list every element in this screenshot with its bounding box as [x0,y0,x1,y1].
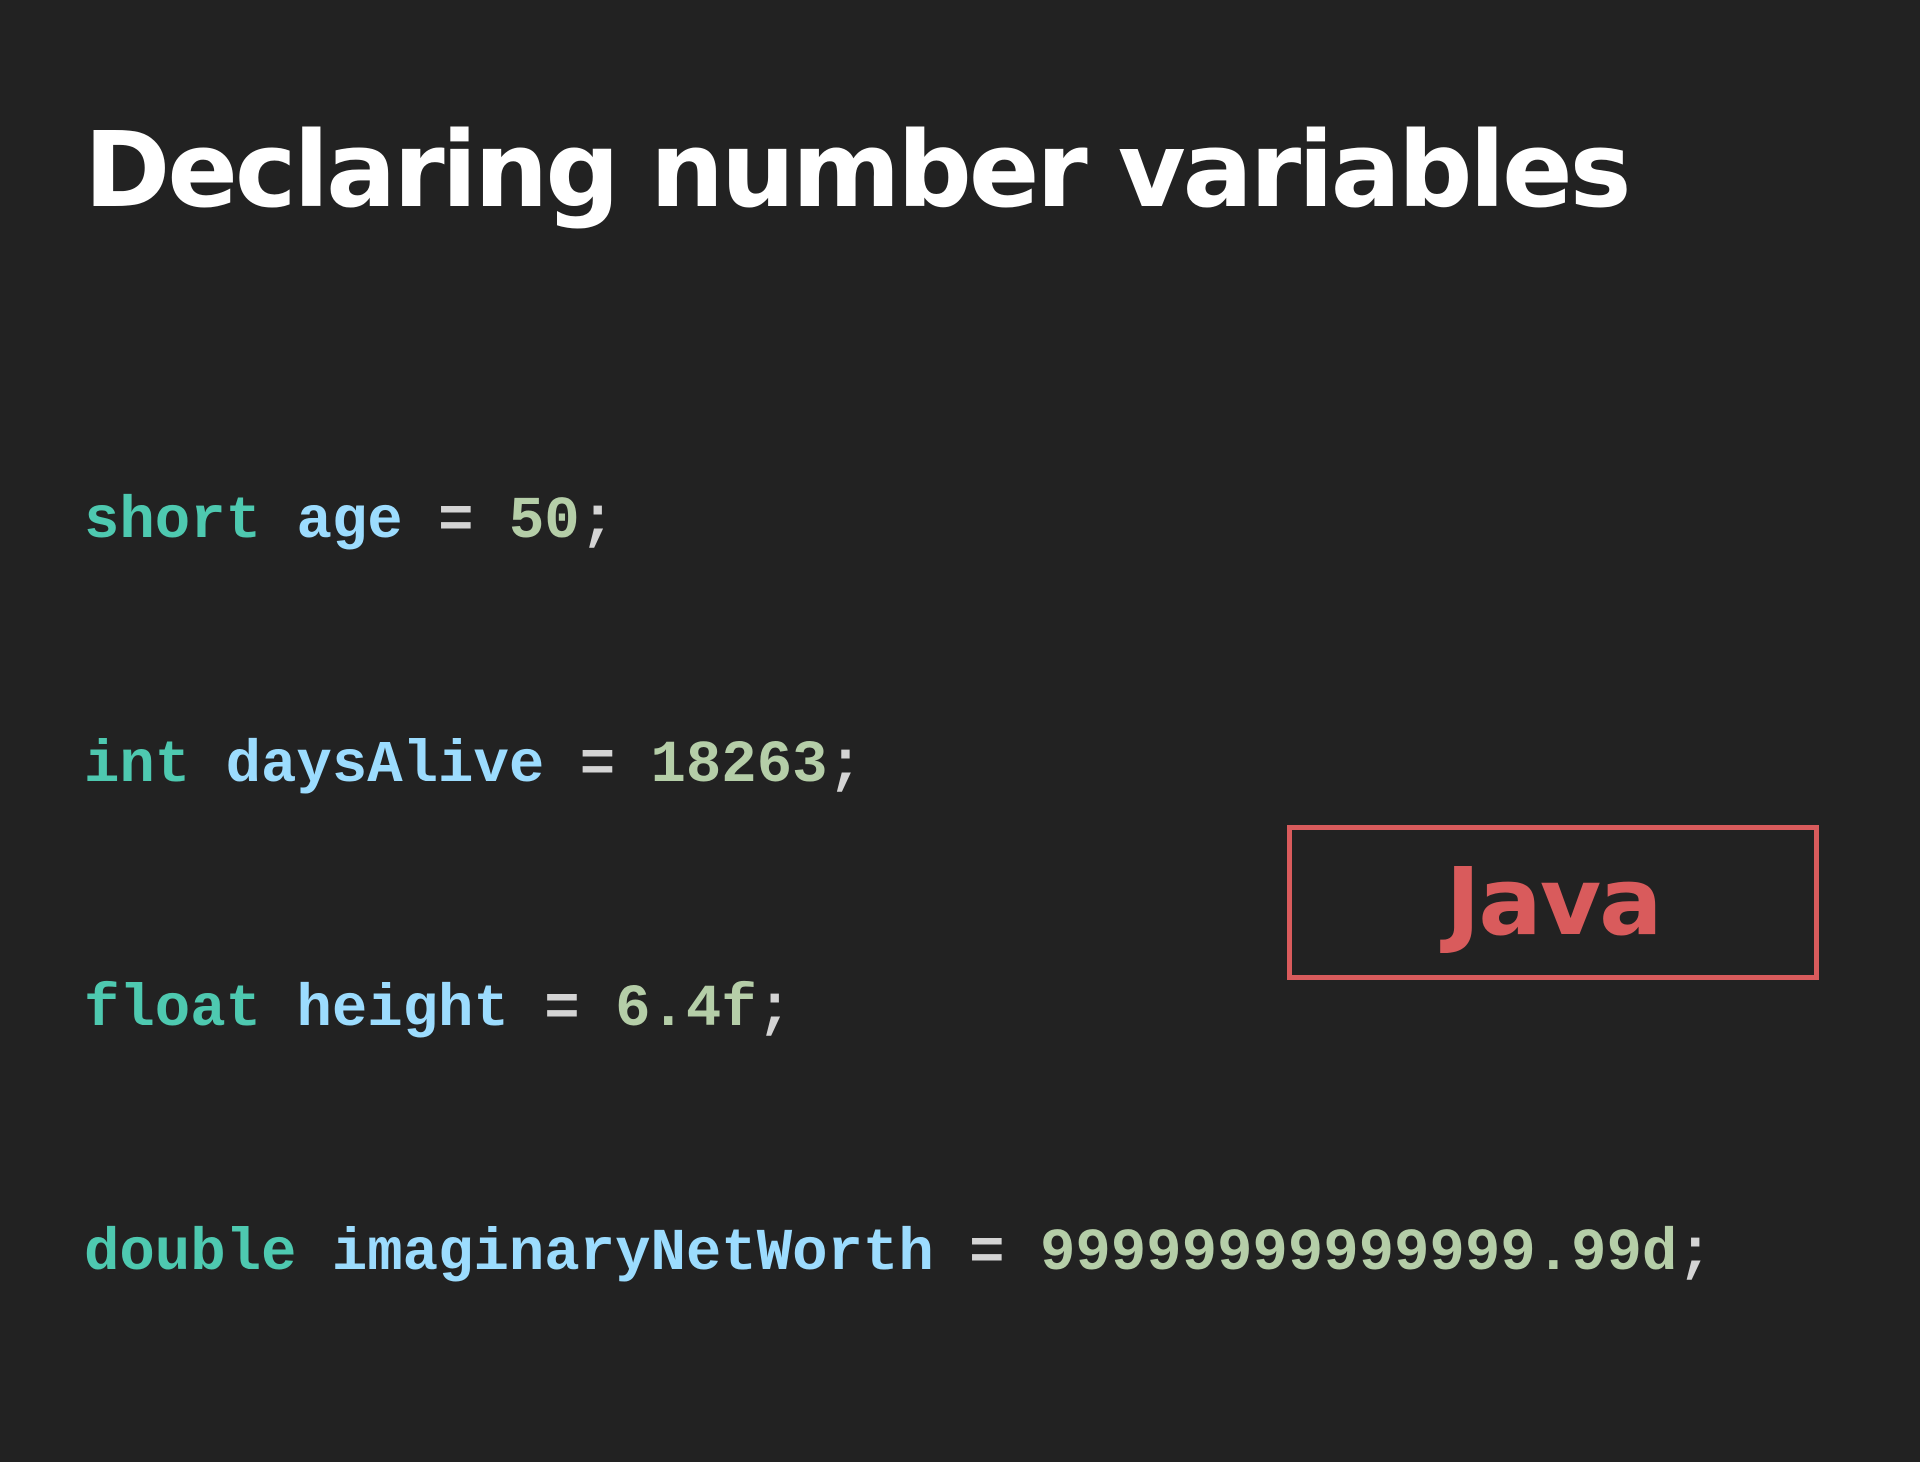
number-literal: 50 [508,488,580,555]
language-badge: Java [1287,825,1819,980]
variable-name: height [296,976,509,1043]
code-line: short age = 50; [84,486,1713,596]
assignment-operator: = [438,488,474,555]
assignment-operator: = [969,1220,1005,1287]
assignment-operator: = [579,732,616,799]
number-literal: 18263 [650,732,828,799]
number-literal: 99999999999999.99d [1039,1220,1678,1287]
type-keyword: int [84,732,191,799]
language-label: Java [1445,847,1662,957]
slide: Declaring number variables short age = 5… [0,0,1920,1287]
code-line: int daysAlive = 18263; [84,730,1713,840]
code-line: float height = 6.4f; [84,974,1713,1084]
code-line: double imaginaryNetWorth = 9999999999999… [84,1218,1713,1328]
type-keyword: double [84,1220,297,1287]
semicolon: ; [1677,1220,1713,1287]
type-keyword: float [84,976,262,1043]
semicolon: ; [827,732,863,799]
assignment-operator: = [544,976,580,1043]
semicolon: ; [579,488,616,555]
variable-name: daysAlive [225,732,545,799]
type-keyword: short [84,488,262,555]
variable-name: age [296,488,403,555]
variable-name: imaginaryNetWorth [331,1220,934,1287]
number-literal: 6.4f [615,976,757,1043]
semicolon: ; [756,976,793,1043]
slide-title: Declaring number variables [84,109,1632,231]
